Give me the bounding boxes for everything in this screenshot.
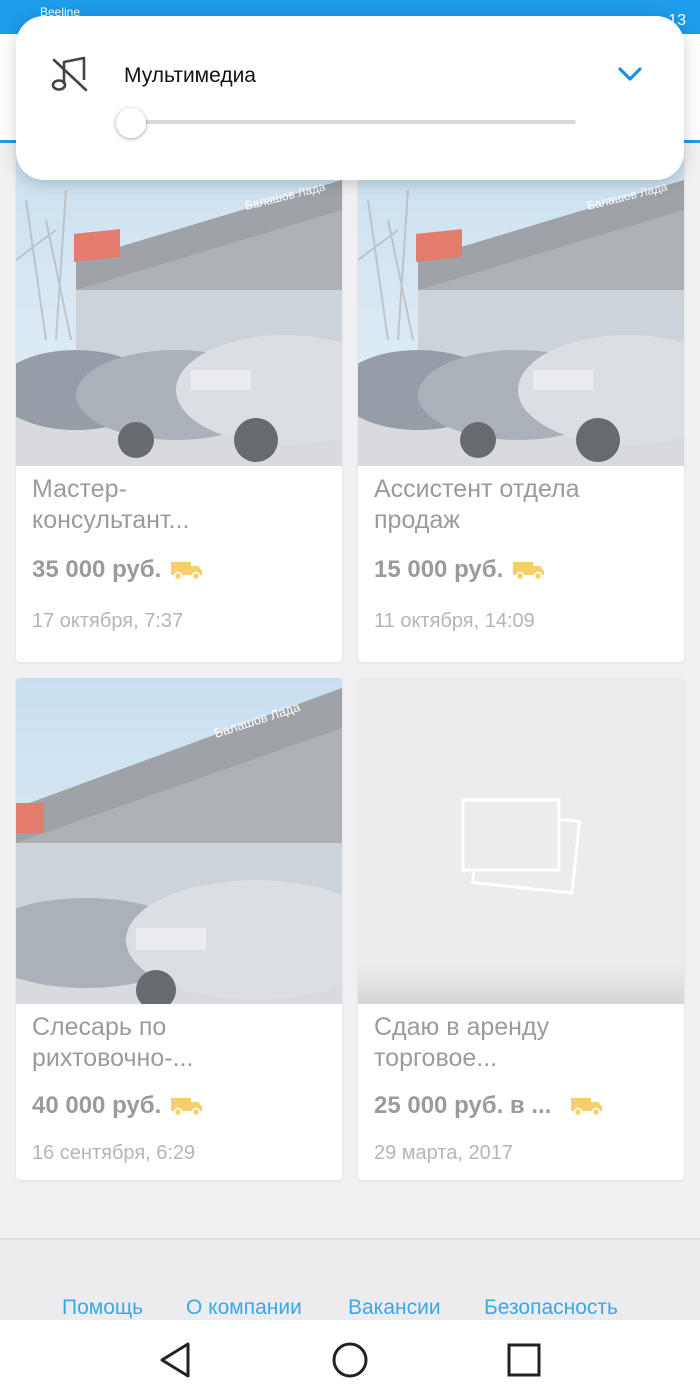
listing-price: 15 000 руб. xyxy=(374,556,504,583)
volume-slider-thumb[interactable] xyxy=(116,108,146,138)
footer-link-jobs[interactable]: Вакансии xyxy=(348,1296,441,1320)
listing-photo[interactable]: Балашов Лада xyxy=(358,140,684,466)
listing-date: 11 октября, 14:09 xyxy=(374,610,535,632)
recents-square-icon[interactable] xyxy=(506,1342,542,1378)
listing-price-row: 35 000 руб. xyxy=(32,556,203,584)
delivery-truck-icon xyxy=(171,562,203,580)
listing-card[interactable]: Балашов Лада Слесарь по рихтовочно-... 4… xyxy=(16,678,342,1180)
delivery-truck-icon xyxy=(513,562,545,580)
chevron-down-icon[interactable] xyxy=(616,64,644,84)
listing-price-row: 25 000 руб. в ... xyxy=(374,1092,603,1120)
delivery-truck-icon xyxy=(571,1098,603,1116)
listing-card[interactable]: Сдаю в аренду торговое... 25 000 руб. в … xyxy=(358,678,684,1180)
listing-title[interactable]: Мастер- консультант... xyxy=(32,474,322,536)
listing-title[interactable]: Сдаю в аренду торговое... xyxy=(374,1012,664,1074)
back-triangle-icon[interactable] xyxy=(156,1340,196,1380)
listing-date: 29 марта, 2017 xyxy=(374,1142,514,1164)
listing-date: 16 сентября, 6:29 xyxy=(32,1142,196,1164)
volume-slider-track[interactable] xyxy=(132,120,576,124)
delivery-truck-icon xyxy=(171,1098,203,1116)
music-note-off-icon[interactable] xyxy=(50,54,90,94)
car-dealership-photo: Балашов Лада xyxy=(16,140,342,466)
car-dealership-photo: Балашов Лада xyxy=(358,140,684,466)
system-nav-bar xyxy=(0,1320,700,1400)
volume-stream-label: Мультимедиа xyxy=(124,64,256,87)
listing-price: 35 000 руб. xyxy=(32,556,162,583)
footer: Помощь О компании Вакансии Безопасность xyxy=(0,1238,700,1322)
volume-panel: Мультимедиа xyxy=(16,16,684,180)
footer-link-about[interactable]: О компании xyxy=(186,1296,302,1320)
listing-title[interactable]: Ассистент отдела продаж xyxy=(374,474,664,536)
listing-photo[interactable] xyxy=(358,678,684,1004)
listing-card[interactable]: Балашов Лада Ассистент отдела продаж 15 … xyxy=(358,140,684,662)
footer-link-security[interactable]: Безопасность xyxy=(484,1296,618,1320)
listing-price-row: 15 000 руб. xyxy=(374,556,545,584)
listing-price: 40 000 руб. xyxy=(32,1092,162,1119)
car-dealership-photo: Балашов Лада xyxy=(16,678,342,1004)
listing-photo[interactable]: Балашов Лада xyxy=(16,678,342,1004)
no-photo-placeholder-icon xyxy=(461,798,582,895)
listing-card[interactable]: Балашов Лада Мастер- консультант... 35 0… xyxy=(16,140,342,662)
listing-price-row: 40 000 руб. xyxy=(32,1092,203,1120)
listing-price: 25 000 руб. в ... xyxy=(374,1092,552,1119)
listing-photo[interactable]: Балашов Лада xyxy=(16,140,342,466)
home-circle-icon[interactable] xyxy=(330,1340,370,1380)
listing-date: 17 октября, 7:37 xyxy=(32,610,184,632)
listing-title[interactable]: Слесарь по рихтовочно-... xyxy=(32,1012,322,1074)
footer-link-help[interactable]: Помощь xyxy=(62,1296,143,1320)
